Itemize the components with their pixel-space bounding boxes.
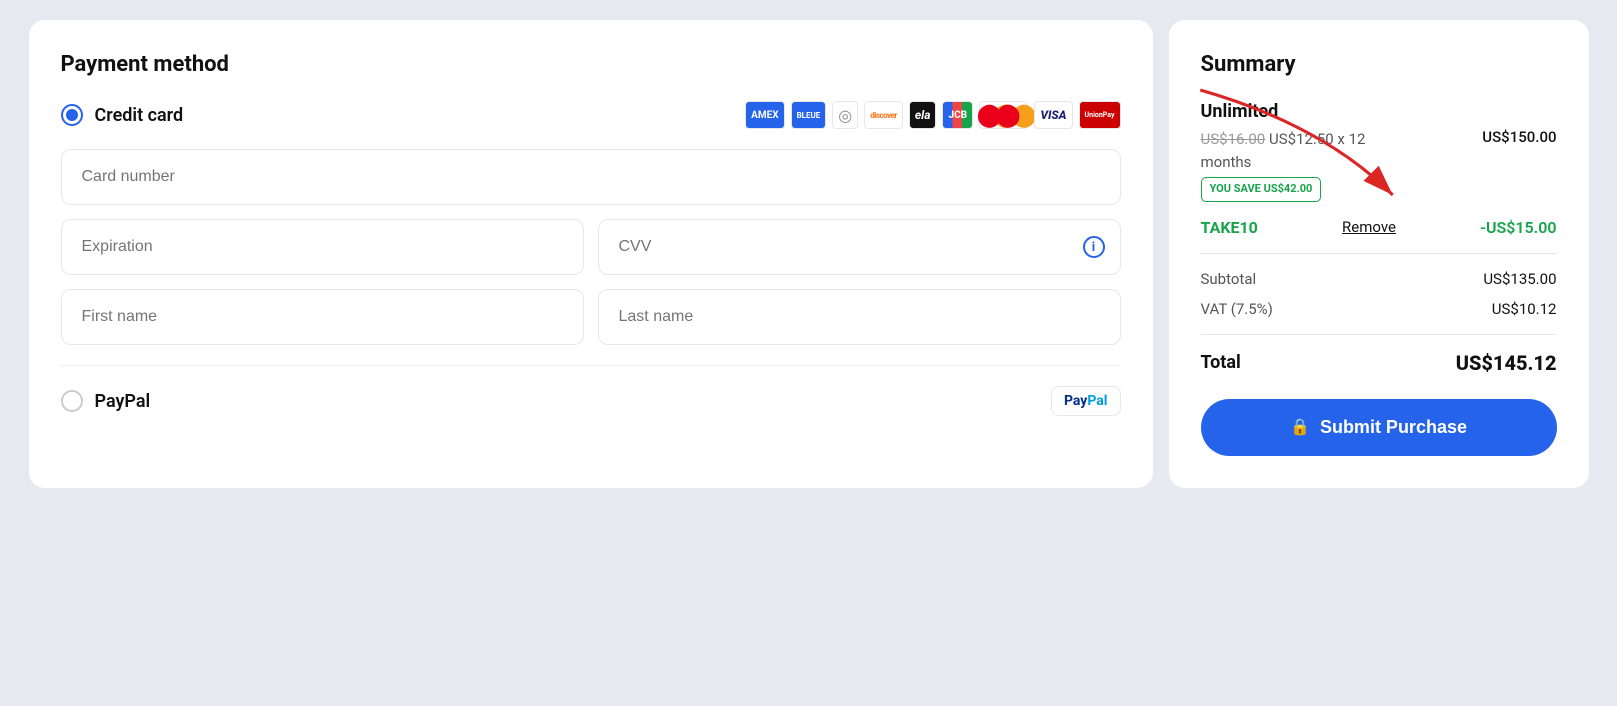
first-name-wrapper: [61, 289, 584, 345]
paypal-logo: PayPal: [1051, 386, 1121, 416]
last-name-wrapper: [598, 289, 1121, 345]
submit-button-label: Submit Purchase: [1320, 417, 1467, 438]
vat-value: US$10.12: [1492, 300, 1557, 318]
card-number-row: [61, 149, 1121, 205]
mastercard-logo: ⬤⬤: [979, 101, 1028, 129]
vat-row: VAT (7.5%) US$10.12: [1201, 300, 1557, 318]
credit-card-label: Credit card: [95, 105, 184, 126]
unionpay-logo: UnionPay: [1079, 101, 1121, 129]
paypal-option: PayPal PayPal: [61, 365, 1121, 416]
jcb-logo: JCB: [942, 101, 973, 129]
card-logos-container: AMEX BLEUE ◎ discover ela JCB ⬤⬤ VISA Un…: [745, 101, 1120, 129]
total-value: US$145.12: [1456, 351, 1557, 375]
submit-purchase-button[interactable]: 🔒 Submit Purchase: [1201, 399, 1557, 456]
cvv-info-icon[interactable]: i: [1083, 236, 1105, 258]
ela-logo: ela: [909, 101, 937, 129]
visa-logo: VISA: [1034, 101, 1072, 129]
amex-logo: AMEX: [745, 101, 784, 129]
credit-card-header: Credit card AMEX BLEUE ◎ discover ela JC…: [61, 101, 1121, 129]
divider-2: [1201, 334, 1557, 335]
credit-card-radio[interactable]: [61, 104, 83, 126]
paypal-radio[interactable]: [61, 390, 83, 412]
vat-label: VAT (7.5%): [1201, 300, 1273, 318]
coupon-discount: -US$15.00: [1480, 218, 1556, 237]
coupon-code: TAKE10: [1201, 218, 1258, 237]
plan-name: Unlimited: [1201, 101, 1557, 122]
discover-logo: discover: [864, 101, 903, 129]
exp-cvv-row: i: [61, 219, 1121, 275]
subtotal-value: US$135.00: [1483, 270, 1556, 288]
summary-panel: Summary Unlimited US$16.00 US$12.50 x 12…: [1169, 20, 1589, 488]
paypal-label: PayPal: [95, 391, 151, 412]
diners-logo: ◎: [832, 101, 858, 129]
remove-coupon-button[interactable]: Remove: [1342, 218, 1396, 236]
expiration-input[interactable]: [61, 219, 584, 275]
paypal-logo-text: PayPal: [1064, 393, 1108, 409]
lock-icon: 🔒: [1290, 417, 1310, 437]
payment-method-title: Payment method: [61, 52, 1121, 77]
divider-1: [1201, 253, 1557, 254]
subtotal-label: Subtotal: [1201, 270, 1257, 288]
total-row: Total US$145.12: [1201, 351, 1557, 375]
total-label: Total: [1201, 352, 1241, 373]
credit-card-option: Credit card AMEX BLEUE ◎ discover ela JC…: [61, 101, 1121, 345]
bleue-logo: BLEUE: [791, 101, 827, 129]
plan-total-price: US$150.00: [1482, 128, 1556, 146]
plan-price-row: US$16.00 US$12.50 x 12monthsYOU SAVE US$…: [1201, 128, 1557, 202]
first-name-input[interactable]: [61, 289, 584, 345]
card-number-input[interactable]: [61, 149, 1121, 205]
subtotal-row: Subtotal US$135.00: [1201, 270, 1557, 288]
last-name-input[interactable]: [598, 289, 1121, 345]
cvv-wrapper: i: [598, 219, 1121, 275]
payment-method-panel: Payment method Credit card AMEX BLEUE ◎ …: [29, 20, 1153, 488]
cvv-input[interactable]: [598, 219, 1121, 275]
plan-price-details: US$16.00 US$12.50 x 12monthsYOU SAVE US$…: [1201, 128, 1366, 202]
coupon-row: TAKE10 Remove -US$15.00: [1201, 218, 1557, 237]
name-row: [61, 289, 1121, 345]
summary-title: Summary: [1201, 52, 1557, 77]
expiration-wrapper: [61, 219, 584, 275]
